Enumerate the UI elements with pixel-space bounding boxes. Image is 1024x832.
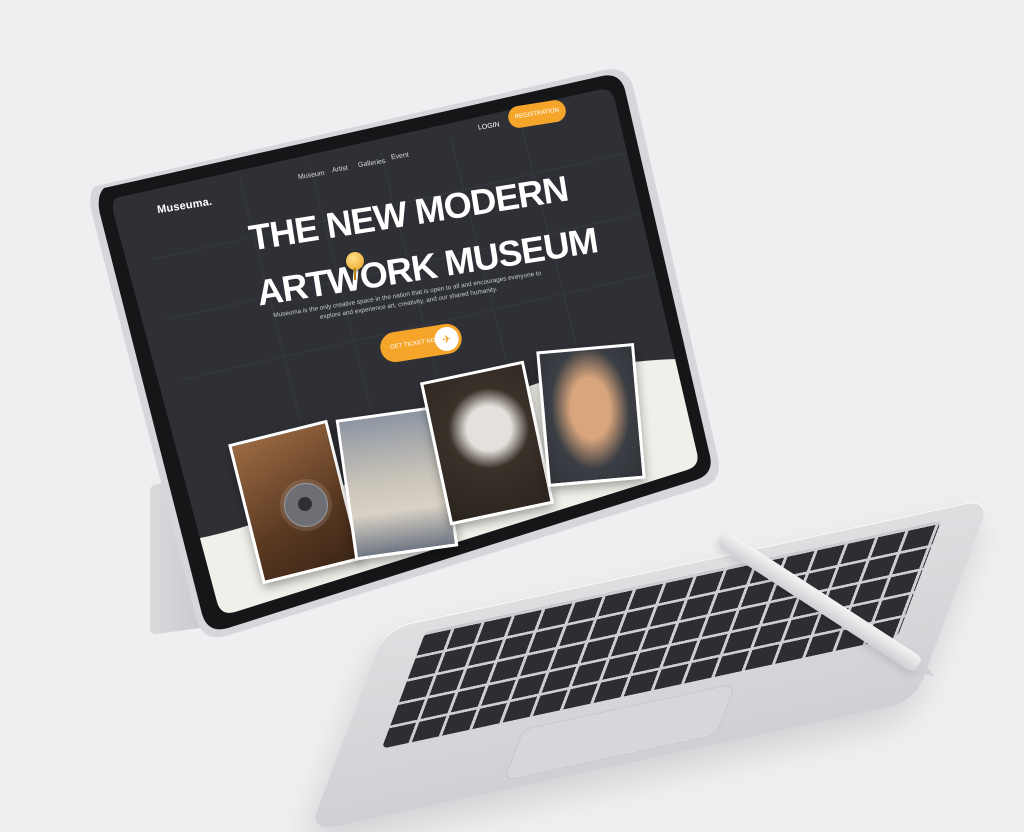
nav-artist[interactable]: Artist bbox=[332, 165, 349, 174]
pushpin-icon bbox=[346, 252, 364, 280]
nav-event[interactable]: Event bbox=[391, 152, 410, 162]
nav-galleries[interactable]: Galleries bbox=[358, 158, 386, 169]
registration-button[interactable]: REGISTRATION bbox=[506, 98, 568, 130]
login-link[interactable]: LOGIN bbox=[478, 121, 501, 131]
brand-logo[interactable]: Museuma. bbox=[156, 196, 213, 217]
get-ticket-button[interactable]: GET TICKET NOW ✈ bbox=[378, 321, 464, 365]
nav-museum[interactable]: Museum bbox=[298, 170, 326, 181]
device-mockup-scene: Museuma. Museum Artist Galleries Event L… bbox=[0, 0, 1024, 832]
gallery-card-female-figure[interactable] bbox=[536, 342, 646, 488]
ticket-icon: ✈ bbox=[432, 325, 461, 353]
rotating-badge-icon bbox=[284, 483, 328, 527]
museum-landing-page: Museuma. Museum Artist Galleries Event L… bbox=[0, 0, 1024, 768]
